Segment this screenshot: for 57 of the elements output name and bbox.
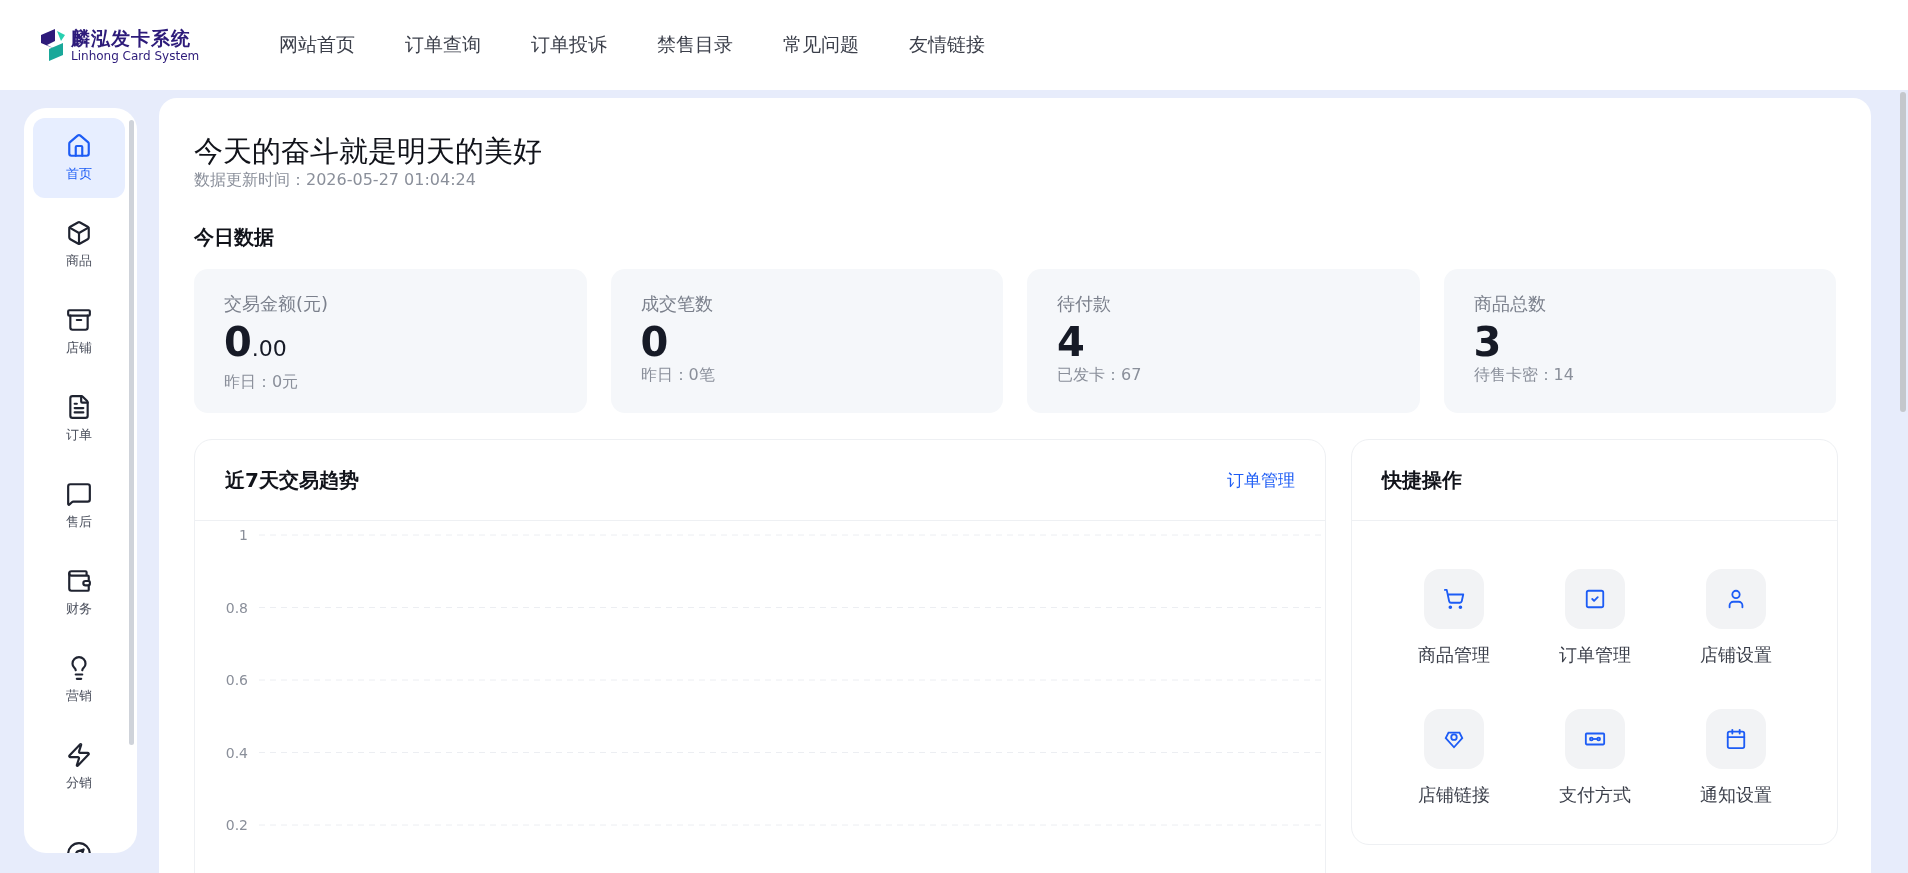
nav-link[interactable]: 友情链接 xyxy=(909,32,985,58)
cart-icon xyxy=(1442,588,1465,610)
lightning-icon xyxy=(66,742,92,768)
sidebar-item[interactable]: 首页 xyxy=(33,118,125,198)
sidebar-item[interactable]: 售后 xyxy=(33,466,125,546)
checkbox-icon xyxy=(1583,588,1606,610)
logo-name: 麟泓发卡系统 xyxy=(71,27,192,49)
stat-label: 商品总数 xyxy=(1473,292,1547,316)
sidebar-item[interactable]: 店铺 xyxy=(33,292,125,372)
axis-label: 0.8 xyxy=(225,599,248,616)
quick-action[interactable]: 店铺设置 xyxy=(1665,569,1806,667)
stat-value: 0 xyxy=(640,319,670,365)
stat-label: 成交笔数 xyxy=(640,292,714,316)
page-title: 今天的奋斗就是明天的美好 xyxy=(194,133,543,170)
sidebar-item[interactable]: 财务 xyxy=(33,553,125,633)
stat-note: 已发卡：67 xyxy=(1057,365,1143,385)
update-time: 数据更新时间：2026-05-27 01:04:24 xyxy=(194,170,477,190)
home-icon xyxy=(66,133,92,159)
quick-action[interactable]: 订单管理 xyxy=(1524,569,1665,667)
stat-value: 4 xyxy=(1057,319,1086,365)
stat-value: 3 xyxy=(1473,319,1503,365)
logo-subtitle: Linhong Card System xyxy=(71,49,200,63)
calendar-icon xyxy=(1724,728,1747,750)
sidebar-item[interactable]: 商品 xyxy=(33,205,125,285)
quick-action[interactable]: 店铺链接 xyxy=(1383,709,1524,807)
quick-action[interactable]: 支付方式 xyxy=(1524,709,1665,807)
axis-label: 0.6 xyxy=(225,672,248,688)
nav-link[interactable]: 常见问题 xyxy=(783,32,859,58)
chat-icon xyxy=(66,481,92,507)
stat-label: 交易金额(元) xyxy=(224,292,330,316)
card-title: 快捷操作 xyxy=(1382,466,1462,494)
scrollbar[interactable] xyxy=(129,120,134,745)
document-icon xyxy=(66,394,92,420)
axis-label: 0.2 xyxy=(225,817,248,833)
sidebar-item[interactable]: 订单 xyxy=(33,379,125,459)
quick-action[interactable]: 通知设置 xyxy=(1665,709,1806,807)
axis-label: 0.4 xyxy=(225,744,248,761)
sidebar-item[interactable]: 分销 xyxy=(33,727,125,807)
stat-label: 待付款 xyxy=(1057,292,1112,316)
nav-link[interactable]: 订单投诉 xyxy=(531,32,607,58)
stat-value: 0.00 xyxy=(224,319,288,367)
scrollbar[interactable] xyxy=(1900,92,1906,412)
quick-action[interactable]: 商品管理 xyxy=(1383,569,1524,667)
wallet-icon xyxy=(66,568,92,594)
box-icon xyxy=(66,220,92,246)
nav-link[interactable]: 禁售目录 xyxy=(657,32,733,58)
card-title: 近7天交易趋势 xyxy=(225,466,359,494)
section-title: 今日数据 xyxy=(194,224,275,251)
axis-label: 1 xyxy=(239,527,248,543)
stat-note: 待售卡密：14 xyxy=(1473,365,1575,385)
stat-note: 昨日：0笔 xyxy=(640,365,716,385)
sidebar-item[interactable]: 营销 xyxy=(33,640,125,720)
nav-link[interactable]: 订单查询 xyxy=(405,32,481,58)
nav-link[interactable]: 网站首页 xyxy=(279,32,355,58)
archive-icon xyxy=(66,307,92,333)
order-link[interactable]: 订单管理 xyxy=(1227,468,1295,492)
stat-note: 昨日：0元 xyxy=(224,372,300,392)
